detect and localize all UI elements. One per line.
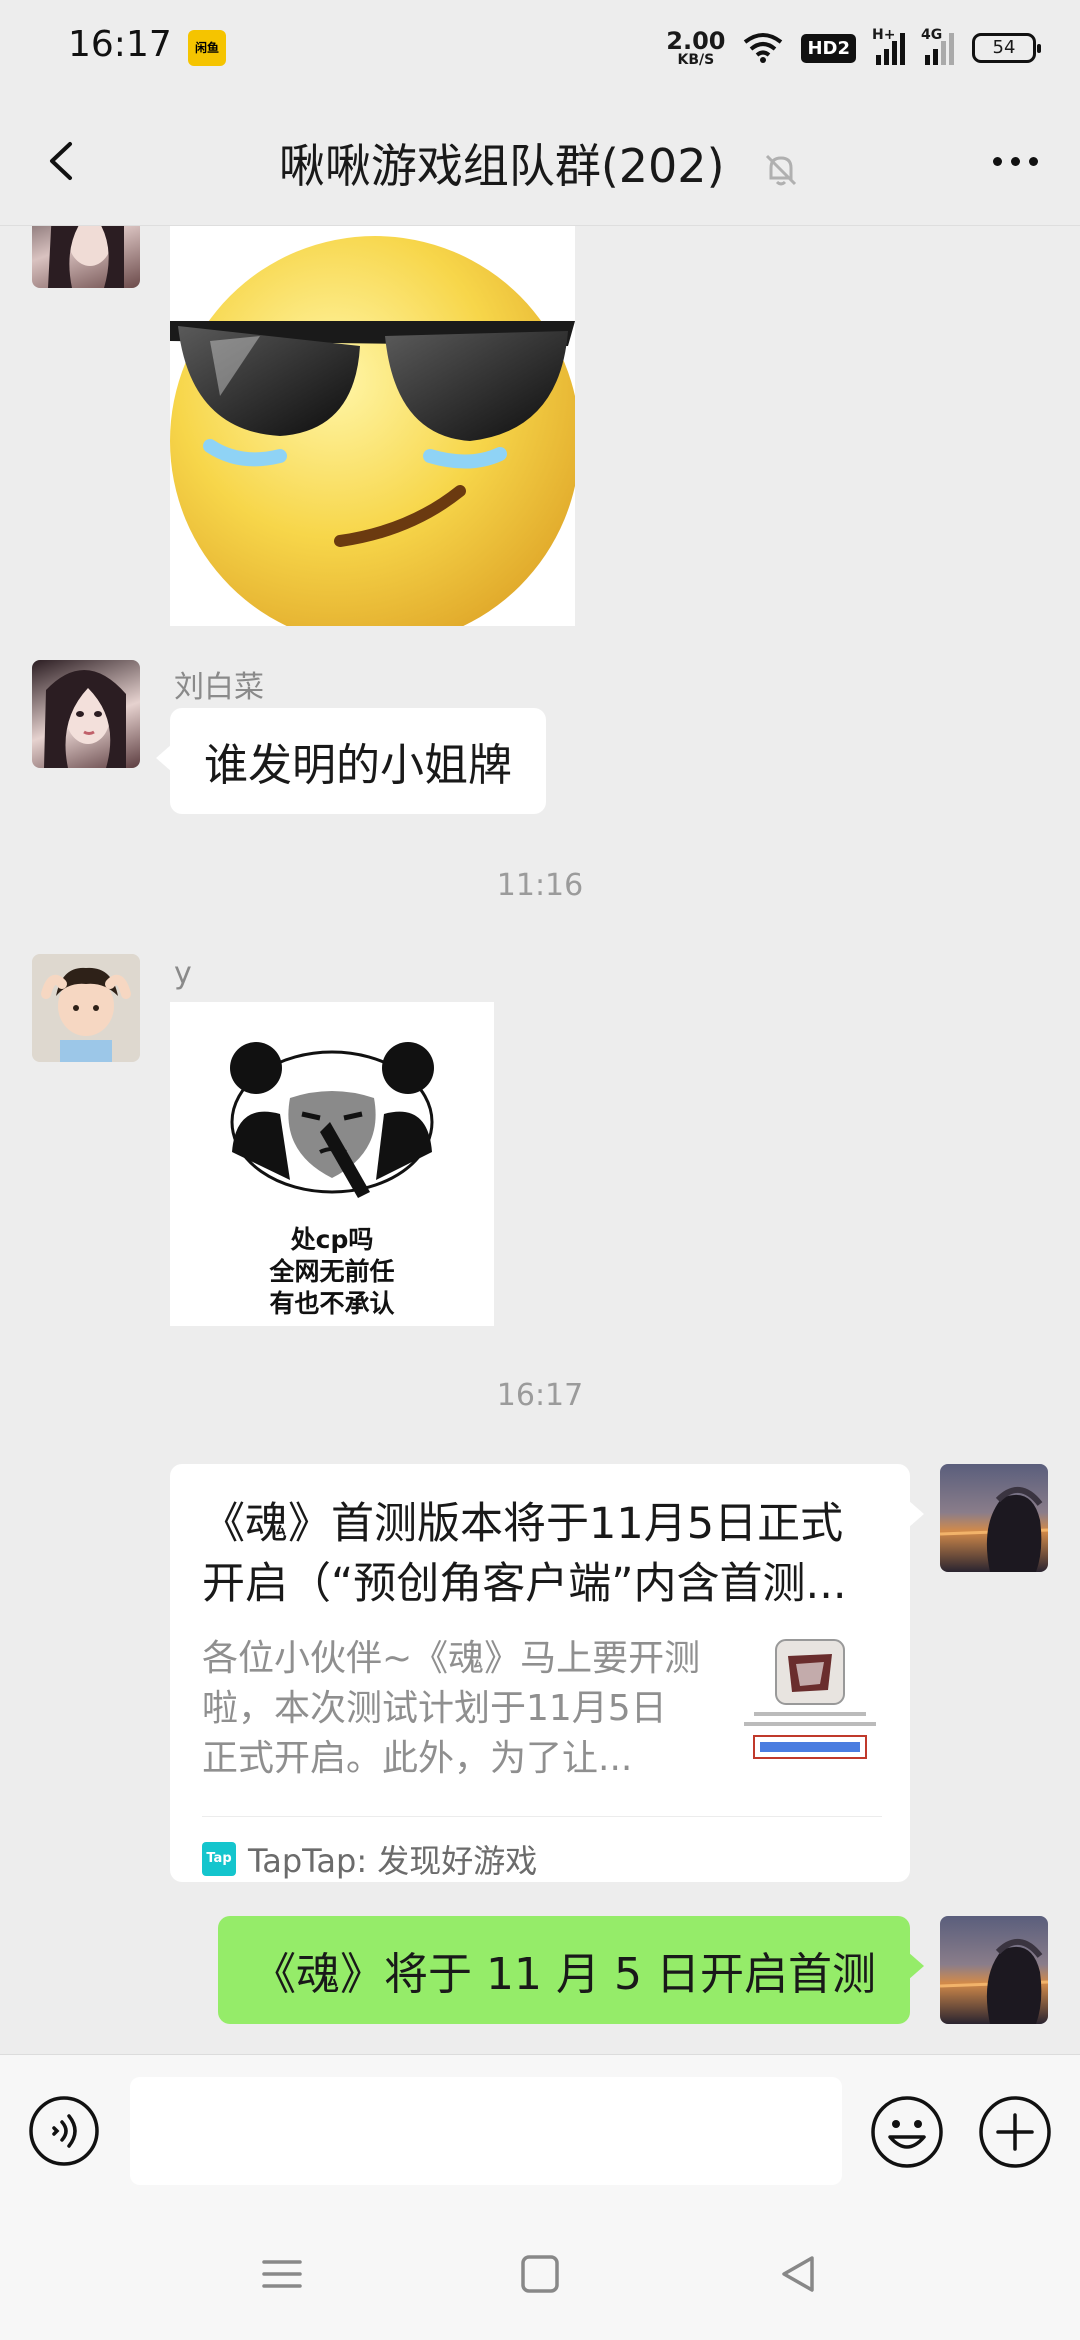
chat-title-wrap: 啾啾游戏组队群(202): [0, 130, 1080, 196]
message-bubble[interactable]: 谁发明的小姐牌: [156, 708, 546, 814]
chat-timestamp: 16:17: [496, 1378, 584, 1413]
sunglasses-emoji-icon: [170, 236, 575, 626]
status-bar: 16:17 闲鱼 2.00 KB/S HD2 H+ 4G 54: [0, 0, 1080, 96]
avatar-portrait-icon: [48, 226, 124, 288]
sender-name: 刘白菜: [174, 670, 264, 705]
avatar[interactable]: [32, 226, 140, 288]
chat-header: 啾啾游戏组队群(202): [0, 96, 1080, 226]
link-card-title: 《魂》首测版本将于11月5日正式开启（“预创角客户端”内含首测...: [202, 1499, 847, 1609]
network-speed-value: 2.00: [666, 27, 726, 55]
avatar-child-icon: [32, 954, 140, 1062]
link-source-label: TapTap: 发现好游戏: [248, 1842, 538, 1880]
link-thumbnail-icon: [744, 1639, 876, 1759]
signal-icon: H+: [872, 27, 905, 65]
sticker-caption: 处cp吗: [290, 1225, 374, 1254]
network-speed-unit: KB/S: [677, 52, 715, 68]
signal-type-label-2: 4G: [921, 27, 943, 43]
my-avatar[interactable]: [940, 1916, 1048, 2024]
dot-icon: [1028, 156, 1038, 166]
chat-title: 啾啾游戏组队群(202): [278, 139, 725, 193]
chat-message-list[interactable]: 刘白菜 谁发明的小姐牌 11:16 y 处cp吗 全网无前任 有也不承认 16:…: [0, 226, 1080, 2054]
signal-icon-2: 4G: [921, 27, 954, 65]
shared-link-card[interactable]: 《魂》首测版本将于11月5日正式开启（“预创角客户端”内含首测... 各位小伙伴…: [170, 1464, 924, 1882]
link-card-description: 各位小伙伴~《魂》马上要开测啦，本次测试计划于11月5日正式开启。此外，为了让.…: [202, 1638, 701, 1779]
message-input[interactable]: [130, 2077, 842, 2185]
voice-input-icon[interactable]: [28, 2095, 100, 2167]
chat-timestamp: 11:16: [496, 868, 584, 903]
message-text: 谁发明的小姐牌: [204, 740, 512, 791]
more-options-button[interactable]: [980, 126, 1050, 196]
link-card-source: Tap TapTap: 发现好游戏: [202, 1836, 537, 1882]
sender-name: y: [174, 956, 192, 991]
avatar[interactable]: [32, 660, 140, 768]
my-avatar[interactable]: [940, 1464, 1048, 1572]
muted-bell-icon: [766, 154, 797, 185]
system-nav-bar: [0, 2206, 1080, 2340]
avatar-portrait-icon: [44, 669, 126, 768]
sticker-caption: 有也不承认: [269, 1289, 395, 1318]
message-text: 《魂》将于 11 月 5 日开启首测: [252, 1949, 876, 2000]
avatar-anime-silhouette-icon: [940, 1939, 1048, 2024]
battery-icon: 54: [972, 33, 1041, 63]
home-square-icon[interactable]: [510, 2244, 570, 2304]
sticker-caption: 全网无前任: [269, 1257, 395, 1286]
status-time: 16:17: [68, 24, 172, 65]
menu-icon[interactable]: [252, 2244, 312, 2304]
my-message-bubble[interactable]: 《魂》将于 11 月 5 日开启首测: [218, 1916, 924, 2024]
avatar-anime-silhouette-icon: [940, 1487, 1048, 1572]
status-indicators: 2.00 KB/S HD2 H+ 4G 54: [666, 22, 1041, 74]
network-speed: 2.00 KB/S: [666, 29, 725, 67]
chat-input-bar: [0, 2054, 1080, 2206]
dot-icon: [992, 156, 1002, 166]
back-triangle-icon[interactable]: [768, 2244, 828, 2304]
plus-icon[interactable]: [978, 2095, 1052, 2169]
app-notification-icon: 闲鱼: [188, 30, 226, 66]
wifi-icon: [744, 33, 783, 63]
emoji-icon[interactable]: [870, 2095, 944, 2169]
dot-icon: [1010, 156, 1020, 166]
avatar[interactable]: [32, 954, 140, 1062]
sticker-image[interactable]: 处cp吗 全网无前任 有也不承认: [170, 1002, 494, 1326]
signal-type-label: H+: [872, 27, 896, 43]
taptap-logo-icon: Tap: [202, 1842, 236, 1876]
sticker-image[interactable]: [170, 226, 575, 626]
hd-voice-badge: HD2: [801, 33, 856, 63]
link-card-divider: [202, 1816, 882, 1817]
